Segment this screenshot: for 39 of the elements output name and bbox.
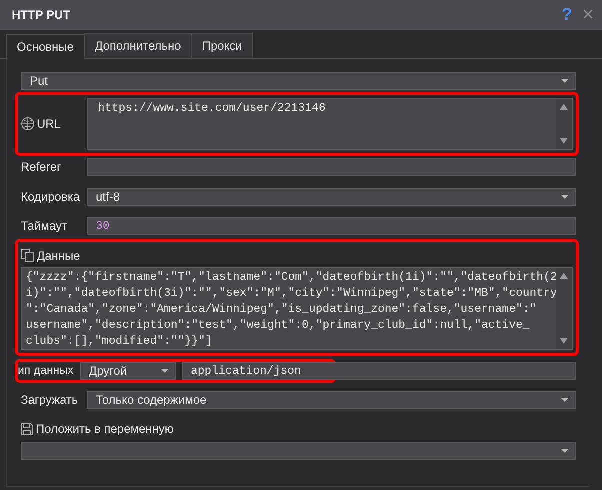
tab[interactable]: Основные xyxy=(6,34,85,59)
timeout-label: Таймаут xyxy=(21,219,68,233)
globe-icon xyxy=(21,117,35,131)
caret-icon xyxy=(161,369,169,373)
referer-label: Referer xyxy=(21,160,62,174)
url-label: URL xyxy=(37,117,62,131)
scroll-up-icon xyxy=(560,273,568,279)
caret-icon xyxy=(561,195,569,199)
copy-icon xyxy=(21,249,35,263)
scroll-up-icon xyxy=(560,104,568,110)
scroll-down-icon xyxy=(560,138,568,144)
load-dropdown[interactable]: Только содержимое xyxy=(87,391,576,409)
referer-field[interactable] xyxy=(87,158,576,176)
timeout-field[interactable]: 30 xyxy=(87,217,576,235)
tab[interactable]: Прокси xyxy=(191,33,254,58)
scrollbar[interactable] xyxy=(556,99,572,149)
data-label: Данные xyxy=(37,249,80,263)
code-line: ":"Canada","zone":"America/Winnipeg","is_updating_zone":false,"username":" xyxy=(26,302,538,318)
caret-icon xyxy=(561,398,569,402)
variable-label: Положить в переменную xyxy=(36,422,174,436)
url-field[interactable]: https://www.site.com/user/2213146 xyxy=(87,98,573,150)
code-line: {"zzzz":{"firstname":"T","lastname":"Com","dateofbirth(1i)":"","dateofbirth(2 xyxy=(26,270,556,286)
encoding-label: Кодировка xyxy=(21,190,82,204)
caret-icon xyxy=(561,79,569,83)
code-line: i)":"","dateofbirth(3i)":"","sex":"M","city":"Winnipeg","state":"MB","country xyxy=(26,286,556,302)
content-type-label: ип данных xyxy=(18,365,75,377)
save-icon xyxy=(21,422,34,436)
method-dropdown[interactable]: Put xyxy=(21,72,576,90)
caret-icon xyxy=(561,449,569,453)
window-title: HTTP PUT xyxy=(12,8,72,22)
encoding-dropdown[interactable]: utf-8 xyxy=(87,188,576,206)
scrollbar[interactable] xyxy=(556,268,572,349)
code-line: clubs":[],"modified":""}}"] xyxy=(26,334,214,350)
data-field[interactable] xyxy=(21,267,573,350)
code-line: username","description":"test","weight":0,"primary_club_id":null,"active_ xyxy=(26,318,531,334)
scroll-down-icon xyxy=(560,338,568,344)
content-type-dropdown[interactable]: Другой xyxy=(80,362,176,380)
tab[interactable]: Дополнительно xyxy=(84,33,192,58)
load-label: Загружать xyxy=(21,393,80,407)
